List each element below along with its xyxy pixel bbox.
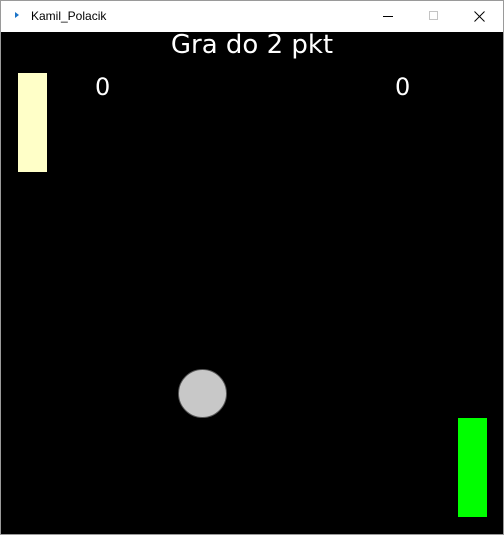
app-window: Kamil_Polacik Gra do 2 pkt 0 0 [0,0,504,535]
window-title: Kamil_Polacik [31,9,107,23]
maximize-button[interactable] [411,1,457,32]
ball [178,369,227,418]
right-paddle [458,418,487,517]
app-icon [15,12,19,18]
title-bar[interactable]: Kamil_Polacik [1,1,503,32]
close-icon [474,11,485,22]
close-button[interactable] [457,1,503,32]
left-paddle [18,73,47,172]
score-right: 0 [395,73,411,101]
score-left: 0 [95,73,111,101]
minimize-button[interactable] [365,1,411,32]
game-title: Gra do 2 pkt [170,32,334,60]
game-canvas[interactable]: Gra do 2 pkt 0 0 [1,32,503,534]
